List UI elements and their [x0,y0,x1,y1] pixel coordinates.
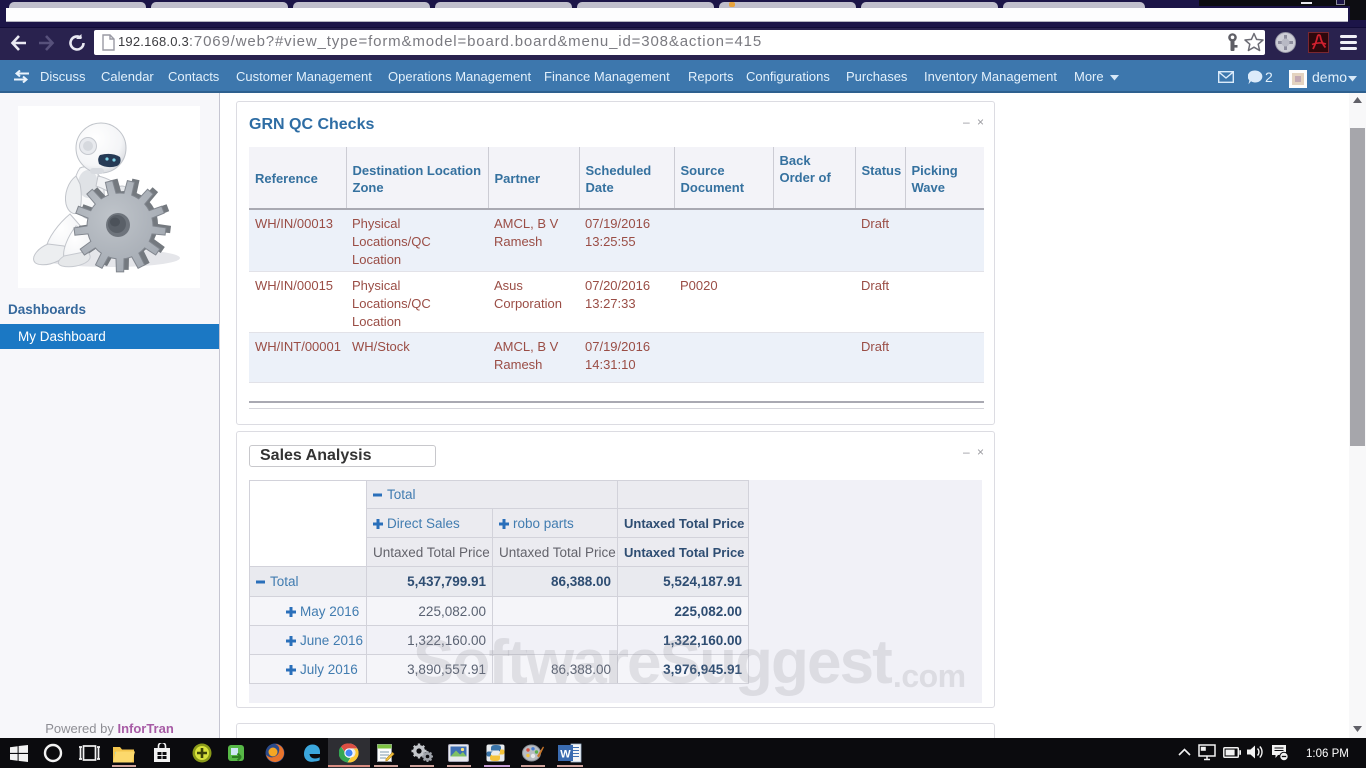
svg-text:W: W [560,749,571,761]
